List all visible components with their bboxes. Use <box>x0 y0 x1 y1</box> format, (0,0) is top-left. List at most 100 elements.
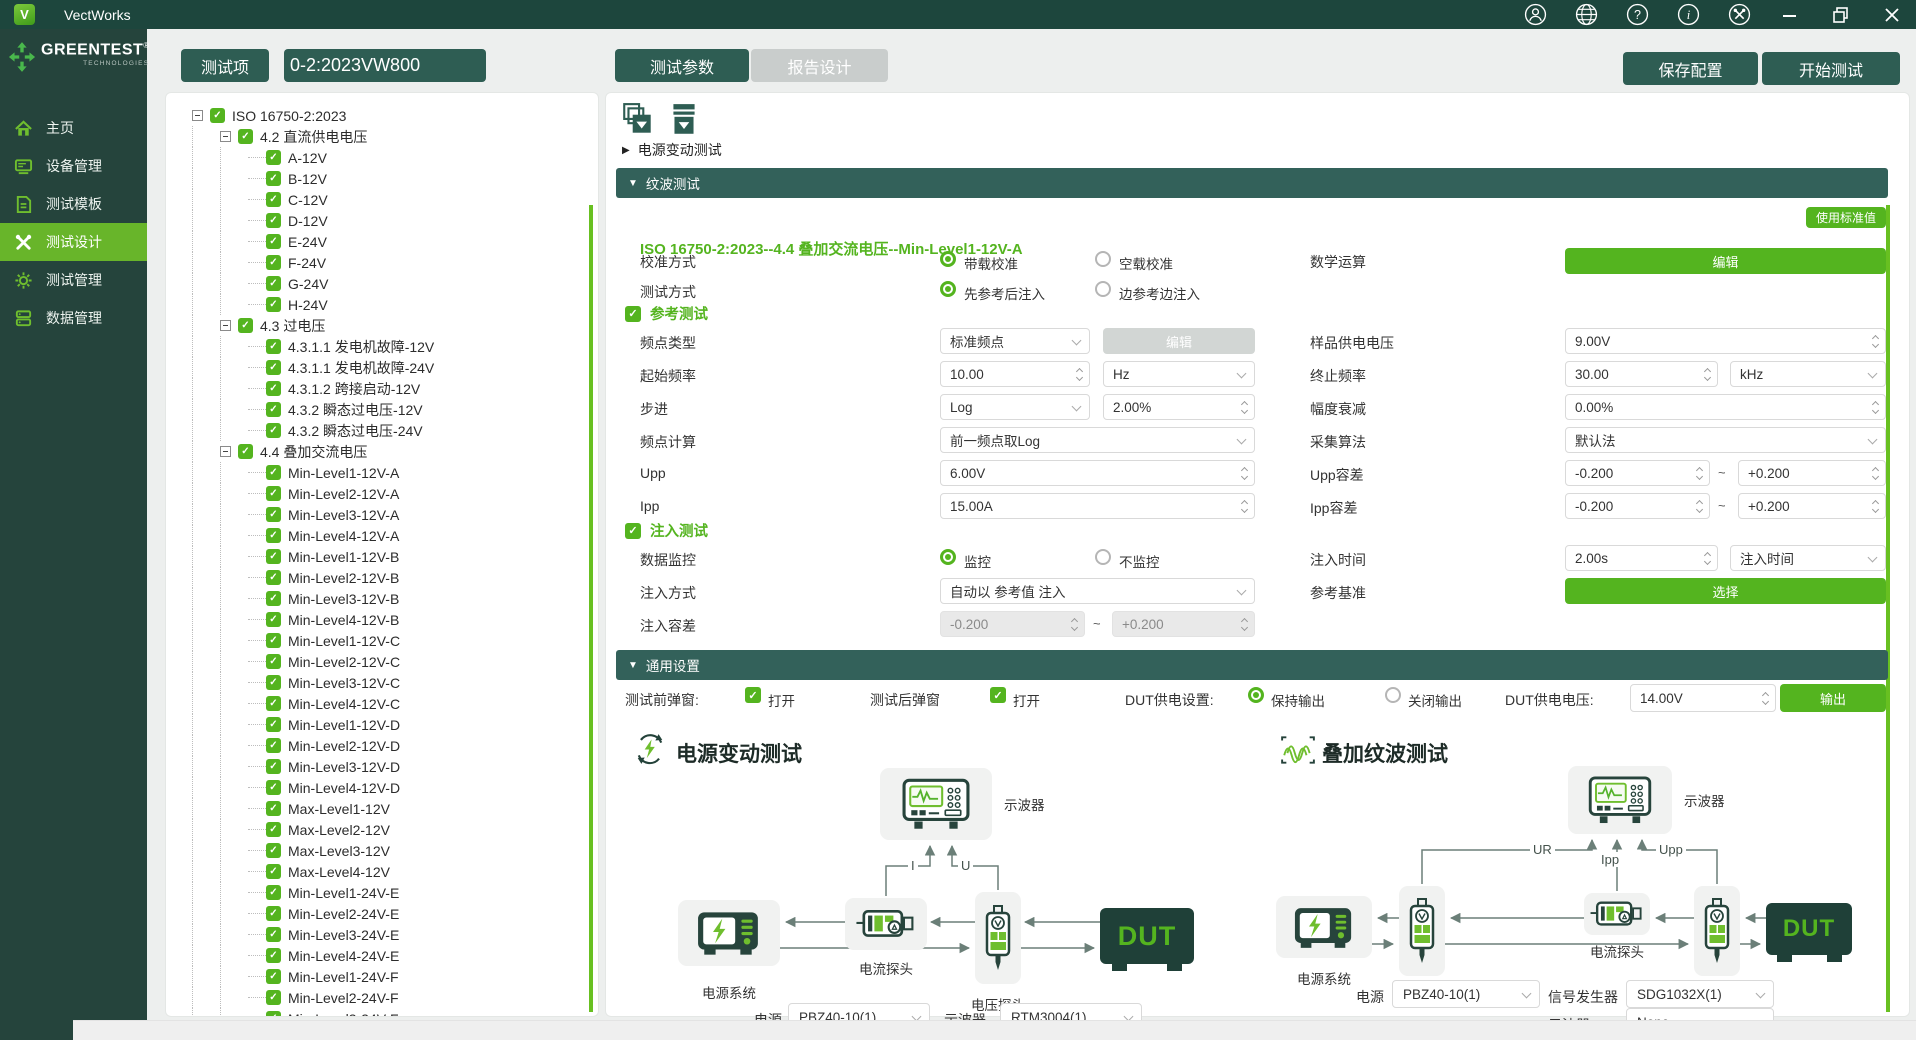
tree-node-label[interactable]: Min-Level1-12V-A <box>288 465 399 481</box>
radio-monitor-on[interactable] <box>940 549 956 565</box>
tree-node[interactable]: 4.4 叠加交流电压 <box>192 441 598 462</box>
tree-node[interactable]: Min-Level1-12V-D <box>192 714 598 735</box>
tree-node-label[interactable]: Min-Level1-12V-B <box>288 549 399 565</box>
tree-checkbox[interactable] <box>266 507 281 522</box>
tree-node-label[interactable]: F-24V <box>288 255 326 271</box>
dropdown-chevron-icon[interactable] <box>1238 579 1245 603</box>
tree-node-label[interactable]: H-24V <box>288 297 328 313</box>
tree-node[interactable]: Min-Level3-24V-F <box>192 1008 598 1017</box>
dropdown-chevron-icon[interactable] <box>1869 428 1876 452</box>
tree-node[interactable]: Min-Level4-12V-B <box>192 609 598 630</box>
dropdown-chevron-icon[interactable] <box>1869 546 1876 570</box>
tree-node-label[interactable]: 4.3.2 瞬态过电压-24V <box>288 421 423 441</box>
dropdown-chevron-icon[interactable] <box>1757 981 1764 1007</box>
dut-output-button[interactable]: 输出 <box>1780 684 1886 712</box>
radio-ref-first-label[interactable]: 先参考后注入 <box>964 283 1045 303</box>
start-test-button[interactable]: 开始测试 <box>1762 52 1900 85</box>
step-mode-select[interactable]: Log <box>940 394 1090 420</box>
tree-node[interactable]: Min-Level2-24V-E <box>192 903 598 924</box>
spinner-arrows[interactable] <box>1242 494 1247 518</box>
tree-node-label[interactable]: 4.3.1.2 跨接启动-12V <box>288 379 420 399</box>
tree-node-label[interactable]: Min-Level4-24V-E <box>288 948 399 964</box>
tree-node[interactable]: 4.3.2 瞬态过电压-12V <box>192 399 598 420</box>
section-ripple-header[interactable]: ▼ 纹波测试 <box>616 168 1888 198</box>
tree-node-label[interactable]: ISO 16750-2:2023 <box>232 108 346 124</box>
tab-test-parameters[interactable]: 测试参数 <box>615 49 749 82</box>
spinner-arrows[interactable] <box>1242 612 1247 636</box>
tree-node-label[interactable]: Min-Level2-24V-E <box>288 906 399 922</box>
tree-node-label[interactable]: Min-Level1-12V-C <box>288 633 400 649</box>
tree-checkbox[interactable] <box>266 780 281 795</box>
use-standard-button[interactable]: 使用标准值 <box>1806 207 1886 228</box>
tree-node-label[interactable]: Min-Level1-12V-D <box>288 717 400 733</box>
radio-ref-while[interactable] <box>1095 281 1111 297</box>
tree-node[interactable]: Min-Level2-12V-D <box>192 735 598 756</box>
tree-node-label[interactable]: 4.3.1.1 发电机故障-24V <box>288 358 434 378</box>
spinner-arrows[interactable] <box>1072 612 1077 636</box>
tree-node[interactable]: H-24V <box>192 294 598 315</box>
tree-node[interactable]: Min-Level4-12V-D <box>192 777 598 798</box>
tree-checkbox[interactable] <box>266 570 281 585</box>
tree-node-label[interactable]: Min-Level4-12V-C <box>288 696 400 712</box>
tree-node[interactable]: 4.3.1.1 发电机故障-24V <box>192 357 598 378</box>
spinner-arrows[interactable] <box>1077 362 1082 386</box>
radio-no-load-label[interactable]: 空载校准 <box>1119 253 1173 273</box>
stop-freq-unit-select[interactable]: kHz <box>1730 361 1886 387</box>
section-general-header[interactable]: ▼ 通用设置 <box>616 650 1888 680</box>
tree-node[interactable]: Min-Level2-12V-B <box>192 567 598 588</box>
tree-node-label[interactable]: Min-Level3-24V-E <box>288 927 399 943</box>
tree-node-label[interactable]: Min-Level2-12V-C <box>288 654 400 670</box>
tree-node[interactable]: Min-Level1-12V-B <box>192 546 598 567</box>
radio-close-output[interactable] <box>1385 687 1401 703</box>
tree-node[interactable]: Min-Level1-24V-E <box>192 882 598 903</box>
tree-node-label[interactable]: Min-Level3-12V-A <box>288 507 399 523</box>
radio-keep-output-label[interactable]: 保持输出 <box>1271 690 1325 710</box>
dropdown-chevron-icon[interactable] <box>1073 329 1080 353</box>
freq-calc-select[interactable]: 前一频点取Log <box>940 427 1255 453</box>
test-item-button[interactable]: 测试项 <box>181 49 269 82</box>
dropdown-chevron-icon[interactable] <box>1073 395 1080 419</box>
upp-tol-max-input[interactable]: +0.200 <box>1738 460 1886 486</box>
tree-checkbox[interactable] <box>266 801 281 816</box>
tree-checkbox[interactable] <box>266 549 281 564</box>
tree-node[interactable]: Min-Level3-12V-C <box>192 672 598 693</box>
tree-checkbox[interactable] <box>266 822 281 837</box>
tree-node-label[interactable]: 4.3.2 瞬态过电压-12V <box>288 400 423 420</box>
tree-expander-icon[interactable] <box>220 320 231 331</box>
tree-node-label[interactable]: Min-Level4-12V-A <box>288 528 399 544</box>
help-icon[interactable]: ? <box>1625 3 1649 27</box>
save-config-button[interactable]: 保存配置 <box>1623 52 1758 85</box>
tree-node-label[interactable]: Min-Level3-12V-D <box>288 759 400 775</box>
tree-checkbox[interactable] <box>266 360 281 375</box>
sidebar-item-home[interactable]: 主页 <box>0 109 147 147</box>
dropdown-chevron-icon[interactable] <box>1238 428 1245 452</box>
math-edit-button[interactable]: 编辑 <box>1565 248 1886 274</box>
tree-checkbox[interactable] <box>266 486 281 501</box>
tree-node[interactable]: Min-Level1-24V-F <box>192 966 598 987</box>
tree-node[interactable]: 4.2 直流供电电压 <box>192 126 598 147</box>
tree-node[interactable]: Max-Level2-12V <box>192 819 598 840</box>
info-icon[interactable]: i <box>1676 3 1700 27</box>
power-select[interactable]: PBZ40-10(1) <box>1392 980 1540 1008</box>
spinner-arrows[interactable] <box>1705 362 1710 386</box>
dut-voltage-input[interactable]: 14.00V <box>1630 684 1776 712</box>
spinner-arrows[interactable] <box>1763 685 1768 711</box>
ipp-tol-min-input[interactable]: -0.200 <box>1565 493 1710 519</box>
tree-checkbox[interactable] <box>266 255 281 270</box>
stop-freq-input[interactable]: 30.00 <box>1565 361 1718 387</box>
tree-node-label[interactable]: Max-Level2-12V <box>288 822 390 838</box>
tree-node[interactable]: 4.3.2 瞬态过电压-24V <box>192 420 598 441</box>
spinner-arrows[interactable] <box>1242 461 1247 485</box>
tree-checkbox[interactable] <box>210 108 225 123</box>
tree-node-label[interactable]: Max-Level3-12V <box>288 843 390 859</box>
tree-checkbox[interactable] <box>266 276 281 291</box>
radio-monitor-off[interactable] <box>1095 549 1111 565</box>
sidebar-item-data[interactable]: 数据管理 <box>0 299 147 337</box>
tree-node-label[interactable]: Min-Level3-12V-B <box>288 591 399 607</box>
siggen-select[interactable]: SDG1032X(1) <box>1626 980 1774 1008</box>
spinner-arrows[interactable] <box>1873 494 1878 518</box>
tree-node-label[interactable]: Max-Level4-12V <box>288 864 390 880</box>
tree-node[interactable]: Min-Level3-12V-A <box>192 504 598 525</box>
radio-ref-while-label[interactable]: 边参考边注入 <box>1119 283 1200 303</box>
spinner-arrows[interactable] <box>1705 546 1710 570</box>
